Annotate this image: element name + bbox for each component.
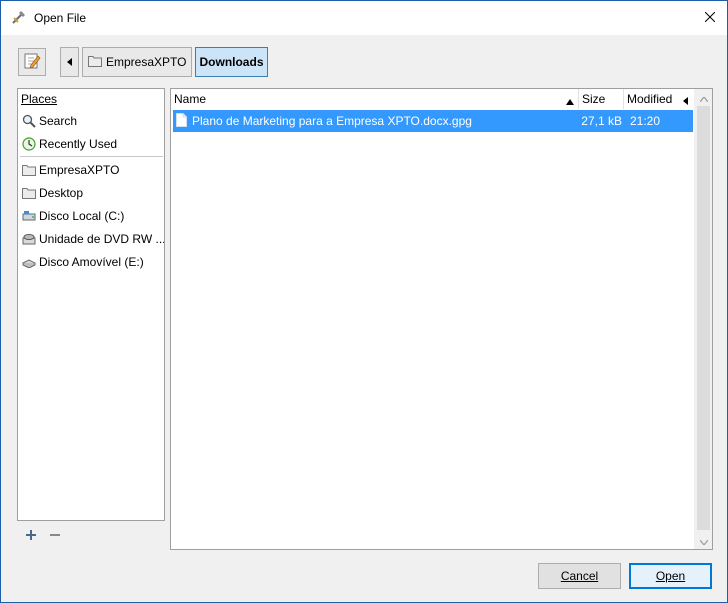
edit-pencil-icon [23, 52, 41, 73]
triangle-left-icon [66, 55, 73, 69]
column-header-modified[interactable]: Modified [624, 89, 693, 109]
minus-icon [49, 529, 61, 544]
close-button[interactable] [693, 1, 727, 35]
place-item-search[interactable]: Search [18, 109, 164, 132]
place-item-dvd-drive[interactable]: Unidade de DVD RW ... [18, 227, 164, 250]
path-segment-downloads[interactable]: Downloads [195, 47, 268, 77]
scroll-down-button[interactable] [695, 532, 712, 549]
file-size: 27,1 kB [581, 114, 622, 128]
close-icon [704, 11, 716, 25]
scroll-track[interactable] [697, 106, 710, 530]
drive-icon [22, 209, 36, 223]
places-header[interactable]: Places [18, 89, 164, 109]
file-row[interactable]: Plano de Marketing para a Empresa XPTO.d… [173, 110, 693, 132]
place-item-disco-local[interactable]: Disco Local (C:) [18, 204, 164, 227]
file-modified: 21:20 [630, 114, 661, 128]
path-segment-label: EmpresaXPTO [106, 55, 187, 69]
path-back-button[interactable] [60, 47, 79, 77]
scroll-up-button[interactable] [695, 89, 712, 106]
column-headers: Name Size Modified [171, 89, 693, 109]
place-item-disco-amovivel[interactable]: Disco Amovível (E:) [18, 250, 164, 273]
window-title: Open File [34, 11, 87, 25]
vertical-scrollbar[interactable] [694, 89, 712, 549]
place-item-desktop[interactable]: Desktop [18, 181, 164, 204]
folder-icon [88, 55, 102, 70]
places-divider [20, 156, 163, 157]
removable-drive-icon [22, 255, 36, 269]
recent-icon [22, 136, 36, 151]
path-bar: EmpresaXPTO Downloads [60, 47, 271, 77]
dvd-icon [22, 232, 36, 246]
places-sidebar: Places Search Recently Used EmpresaXPTO … [17, 88, 165, 521]
file-list: Name Size Modified Plano de Marketing pa… [170, 88, 713, 550]
app-icon [11, 9, 27, 25]
places-actions [17, 525, 65, 547]
folder-icon [22, 186, 36, 200]
open-file-dialog: Open File EmpresaXPTO Downloads Places S… [0, 0, 728, 603]
chevron-down-icon [698, 534, 709, 548]
path-segment-empresaxpto[interactable]: EmpresaXPTO [82, 47, 193, 77]
add-place-button[interactable] [21, 526, 41, 546]
file-name: Plano de Marketing para a Empresa XPTO.d… [192, 114, 472, 128]
title-bar: Open File [1, 1, 727, 35]
sort-ascending-icon [566, 94, 574, 108]
folder-icon [22, 163, 36, 177]
search-icon [22, 114, 36, 128]
place-item-empresaxpto[interactable]: EmpresaXPTO [18, 158, 164, 181]
toolbar: EmpresaXPTO Downloads [1, 35, 727, 87]
open-button[interactable]: Open [629, 563, 712, 589]
cancel-button[interactable]: Cancel [538, 563, 621, 589]
place-item-recently-used[interactable]: Recently Used [18, 132, 164, 155]
plus-icon [25, 529, 37, 544]
column-header-name[interactable]: Name [171, 89, 579, 109]
path-segment-label: Downloads [199, 55, 264, 69]
remove-place-button[interactable] [45, 526, 65, 546]
column-header-size[interactable]: Size [579, 89, 624, 109]
chevron-up-icon [698, 91, 709, 105]
type-location-button[interactable] [18, 48, 46, 76]
document-icon [176, 112, 187, 130]
column-scroll-left-icon [683, 94, 689, 108]
